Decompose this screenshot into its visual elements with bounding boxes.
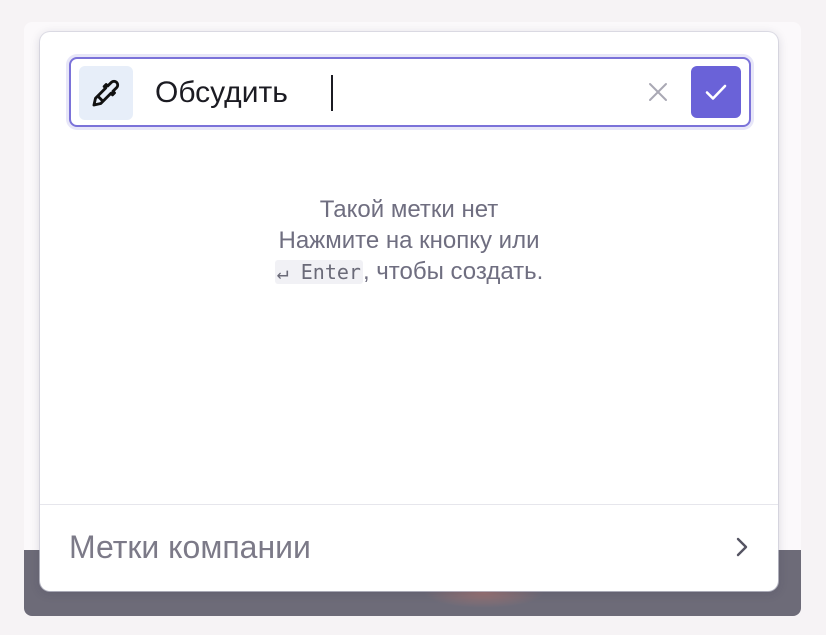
tag-name-input[interactable]: [155, 73, 595, 113]
color-picker-button[interactable]: [79, 66, 133, 120]
check-icon: [705, 84, 727, 100]
company-tags-link[interactable]: Метки компании: [40, 505, 778, 591]
empty-state-hint: Нажмите на кнопку или: [278, 227, 540, 254]
tag-picker-popup: Такой метки нет Нажмите на кнопку или ↵ …: [40, 32, 778, 591]
chevron-right-icon: [736, 537, 748, 557]
close-icon: [649, 83, 667, 101]
enter-key-hint: ↵ Enter: [274, 260, 363, 284]
company-tags-label: Метки компании: [69, 529, 311, 565]
clear-input-button[interactable]: [643, 77, 673, 107]
empty-state-message: Такой метки нет Нажмите на кнопку или ↵ …: [40, 194, 778, 288]
tag-search-field: [69, 57, 751, 127]
empty-state-title: Такой метки нет: [319, 196, 499, 223]
text-caret: [331, 75, 333, 111]
eyedropper-icon: [92, 79, 120, 107]
empty-state-hint-line: ↵ Enter, чтобы создать.: [40, 256, 778, 288]
empty-state-hint-suffix: , чтобы создать.: [362, 258, 544, 285]
confirm-create-button[interactable]: [691, 66, 741, 118]
